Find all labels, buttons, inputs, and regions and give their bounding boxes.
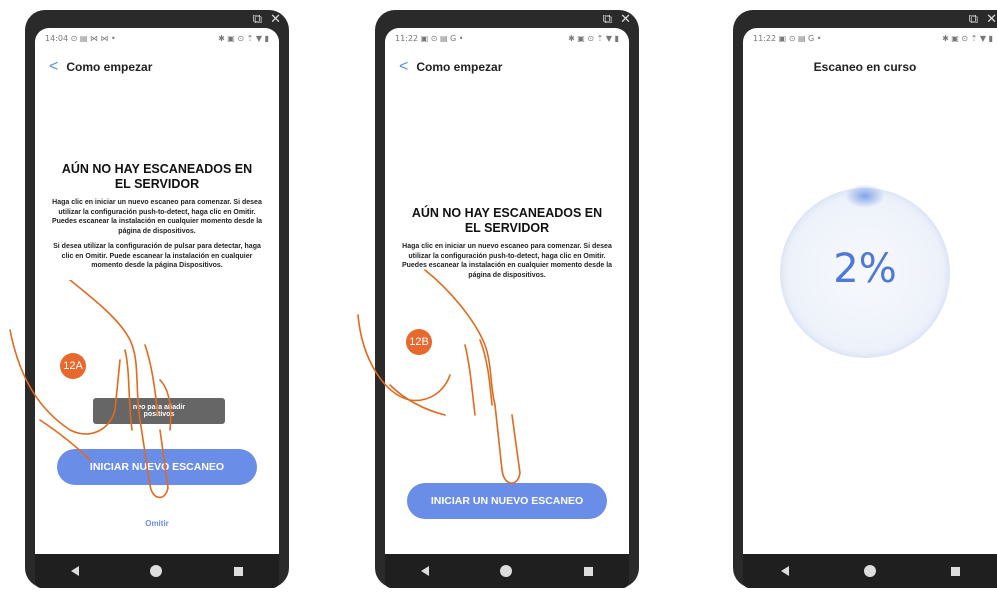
nav-home-icon[interactable] [500, 565, 513, 577]
window-controls[interactable]: ⧉ ✕ [603, 12, 633, 27]
nav-home-icon[interactable] [863, 565, 876, 577]
status-right-icons: ✱ ▣ ⊙ ⇡ ▼ ▮ [568, 34, 619, 43]
nav-home-icon[interactable] [150, 565, 163, 577]
header-title: Escaneo en curso [813, 60, 917, 74]
status-bar: 11:22 ▣ ⊙ ▤ G • ✱ ▣ ⊙ ⇡ ▼ ▮ [385, 28, 629, 50]
status-time: 11:22 [753, 34, 777, 43]
status-bar: 11:22 ▣ ⊙ ▤ G • ✱ ▣ ⊙ ⇡ ▼ ▮ [743, 28, 997, 50]
scan-progress-ring: 2% [780, 184, 950, 358]
status-time: 14:04 [45, 34, 69, 43]
nav-recent-icon[interactable] [584, 566, 594, 576]
android-nav-bar [743, 554, 997, 588]
android-nav-bar [35, 554, 279, 588]
android-nav-bar [385, 554, 629, 588]
step-badge-12b: 12B [406, 329, 432, 355]
nav-recent-icon[interactable] [234, 566, 244, 576]
empty-state-text: Haga clic en iniciar un nuevo escaneo pa… [51, 199, 263, 235]
app-header: < Como empezar [385, 50, 629, 84]
nav-back-icon[interactable] [420, 566, 429, 576]
progress-indicator [845, 184, 885, 208]
nav-back-icon[interactable] [70, 566, 79, 576]
header-title: Como empezar [66, 60, 153, 74]
app-header: < Como empezar [35, 50, 279, 84]
header-title: Como empezar [416, 60, 503, 74]
empty-state-title: AÚN NO HAY ESCANEADOS EN EL SERVIDOR [411, 206, 603, 235]
step-badge-12a: 12A [60, 353, 86, 379]
phone-3-screen: 11:22 ▣ ⊙ ▤ G • ✱ ▣ ⊙ ⇡ ▼ ▮ Escaneo en c… [743, 28, 997, 558]
window-controls[interactable]: ⧉ ✕ [969, 12, 997, 27]
hand-pointer-icon [357, 269, 521, 484]
status-bar: 14:04 ⊙ ▤ ⋈ ⋈ • ✱ ▣ ⊙ ⇡ ▼ ▮ [35, 28, 279, 50]
status-right-icons: ✱ ▣ ⊙ ⇡ ▼ ▮ [942, 34, 993, 43]
status-right-icons: ✱ ▣ ⊙ ⇡ ▼ ▮ [218, 34, 269, 43]
nav-back-icon[interactable] [780, 566, 789, 576]
back-chevron-icon[interactable]: < [49, 58, 58, 76]
status-left-icons: ⊙ ▤ ⋈ ⋈ • [70, 34, 116, 43]
progress-value: 2% [833, 246, 897, 292]
window-controls[interactable]: ⧉ ✕ [253, 12, 283, 27]
back-chevron-icon[interactable]: < [399, 58, 408, 76]
status-left-icons: ▣ ⊙ ▤ G • [420, 34, 464, 43]
empty-state-title: AÚN NO HAY ESCANEADOS EN EL SERVIDOR [61, 162, 253, 191]
app-header: Escaneo en curso [743, 50, 987, 84]
phone-3: ⧉ ✕ 11:22 ▣ ⊙ ▤ G • ✱ ▣ ⊙ ⇡ ▼ ▮ Escaneo … [733, 10, 997, 588]
status-left-icons: ▣ ⊙ ▤ G • [778, 34, 822, 43]
empty-state-text-2: Si desea utilizar la configuración de pu… [53, 243, 261, 269]
hand-pointer-icon [9, 280, 172, 499]
status-time: 11:22 [395, 34, 419, 43]
skip-link[interactable]: Omitir [35, 519, 279, 528]
nav-recent-icon[interactable] [950, 566, 960, 576]
